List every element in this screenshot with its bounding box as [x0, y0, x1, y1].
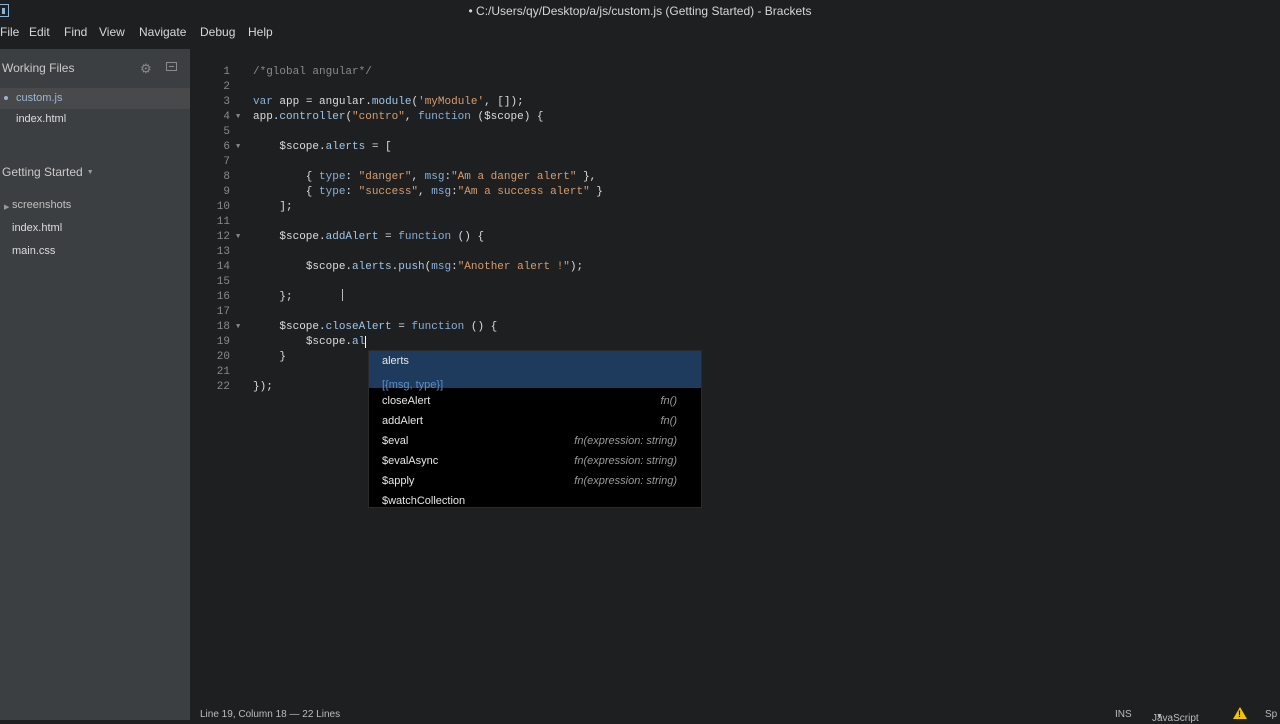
line-number: 3	[223, 96, 230, 108]
line-number: 5	[223, 126, 230, 138]
code-line[interactable]: }	[253, 351, 286, 363]
code-line[interactable]: };	[253, 291, 292, 303]
chevron-down-icon: ▼	[1156, 713, 1163, 720]
line-number: 15	[216, 276, 230, 288]
fold-toggle-icon[interactable]: ▼	[236, 143, 240, 151]
code-line[interactable]: app.controller("contro", function ($scop…	[253, 111, 544, 123]
menu-bar: File Edit Find View Navigate Debug Help	[0, 22, 1280, 44]
unsaved-dot-icon	[4, 96, 8, 100]
working-files-header: Working Files	[2, 61, 75, 75]
code-line[interactable]: $scope.alerts = [	[253, 141, 391, 153]
fold-toggle-icon[interactable]: ▼	[236, 113, 240, 121]
hint-item-selected[interactable]: alerts	[382, 355, 409, 367]
hint-item-type: fn(expression: string)	[574, 455, 677, 467]
line-number: 11	[216, 216, 230, 228]
status-bar: Line 19, Column 18 — 22 Lines INS JavaSc…	[190, 705, 1280, 724]
chevron-down-icon: ▼	[86, 169, 94, 176]
line-number: 9	[223, 186, 230, 198]
line-number: 17	[216, 306, 230, 318]
hint-item-type: fn()	[660, 395, 678, 407]
hint-item-type: fn()	[660, 415, 678, 427]
tree-item-screenshots[interactable]: screenshots	[12, 199, 71, 211]
warning-icon[interactable]	[1233, 707, 1247, 719]
menu-navigate[interactable]: Navigate	[139, 25, 186, 39]
hint-selected-detail: [{msg, type}]	[382, 379, 444, 391]
project-label: Getting Started	[2, 165, 83, 179]
code-line[interactable]: $scope.closeAlert = function () {	[253, 321, 497, 333]
menu-edit[interactable]: Edit	[29, 25, 50, 39]
hint-item[interactable]: $watchCollection	[382, 495, 465, 507]
hint-item-type: fn(expression: string)	[574, 435, 677, 447]
code-line[interactable]: { type: "success", msg:"Am a success ale…	[253, 186, 603, 198]
menu-find[interactable]: Find	[64, 25, 87, 39]
line-number: 14	[216, 261, 230, 273]
line-number: 22	[216, 381, 230, 393]
line-number: 16	[216, 291, 230, 303]
hint-item[interactable]: addAlert	[382, 415, 423, 427]
line-number: 21	[216, 366, 230, 378]
hint-item-type: fn(expression: string)	[574, 475, 677, 487]
project-dropdown[interactable]: Getting Started ▼	[2, 165, 94, 179]
folder-caret-icon[interactable]: ▶	[4, 203, 9, 211]
line-number: 6	[223, 141, 230, 153]
tree-item-index-html[interactable]: index.html	[12, 222, 62, 234]
line-number: 1	[223, 66, 230, 78]
working-file-index-html[interactable]: index.html	[16, 113, 66, 125]
code-line[interactable]: $scope.alerts.push(msg:"Another alert !"…	[253, 261, 583, 273]
line-number: 18	[216, 321, 230, 333]
menu-debug[interactable]: Debug	[200, 25, 235, 39]
menu-view[interactable]: View	[99, 25, 125, 39]
code-line[interactable]: $scope.addAlert = function () {	[253, 231, 484, 243]
line-number: 20	[216, 351, 230, 363]
menu-file[interactable]: File	[0, 25, 19, 39]
line-number: 12	[216, 231, 230, 243]
fold-toggle-icon[interactable]: ▼	[236, 233, 240, 241]
menu-help[interactable]: Help	[248, 25, 273, 39]
gear-icon[interactable]: ⚙	[140, 61, 152, 77]
window-title: • C:/Users/qy/Desktop/a/js/custom.js (Ge…	[468, 4, 812, 18]
tree-item-main-css[interactable]: main.css	[12, 245, 55, 257]
line-number: 19	[216, 336, 230, 348]
line-number: 8	[223, 171, 230, 183]
line-number: 13	[216, 246, 230, 258]
hint-item[interactable]: $evalAsync	[382, 455, 438, 467]
spaces-indicator[interactable]: Sp	[1265, 709, 1277, 720]
text-cursor	[365, 336, 367, 348]
line-number: 4	[223, 111, 230, 123]
mouse-ibeam-icon	[342, 289, 343, 301]
code-line[interactable]: $scope.al	[253, 336, 365, 348]
code-line[interactable]: /*global angular*/	[253, 66, 372, 78]
hint-item[interactable]: $eval	[382, 435, 408, 447]
code-line[interactable]: { type: "danger", msg:"Am a danger alert…	[253, 171, 597, 183]
cursor-position: Line 19, Column 18 — 22 Lines	[200, 709, 341, 720]
code-line[interactable]: var app = angular.module('myModule', [])…	[253, 96, 524, 108]
hint-item[interactable]: $apply	[382, 475, 414, 487]
line-number: 10	[216, 201, 230, 213]
sidebar: Working Files ⚙ custom.js index.html Get…	[0, 49, 190, 720]
code-editor[interactable]: 1 /*global angular*/ 2 3 var app = angular.m…	[190, 49, 1280, 705]
working-file-custom-js[interactable]: custom.js	[16, 92, 62, 104]
insert-mode-toggle[interactable]: INS	[1115, 709, 1132, 720]
fold-toggle-icon[interactable]: ▼	[236, 323, 240, 331]
line-number: 7	[223, 156, 230, 168]
code-line[interactable]: });	[253, 381, 273, 393]
title-bar: • C:/Users/qy/Desktop/a/js/custom.js (Ge…	[0, 0, 1280, 22]
hint-item[interactable]: closeAlert	[382, 395, 430, 407]
code-line[interactable]: ];	[253, 201, 292, 213]
code-hints-popup[interactable]: alerts [{msg, type}] closeAlert fn() addAl…	[368, 350, 702, 508]
line-number: 2	[223, 81, 230, 93]
split-view-icon[interactable]	[166, 62, 177, 71]
